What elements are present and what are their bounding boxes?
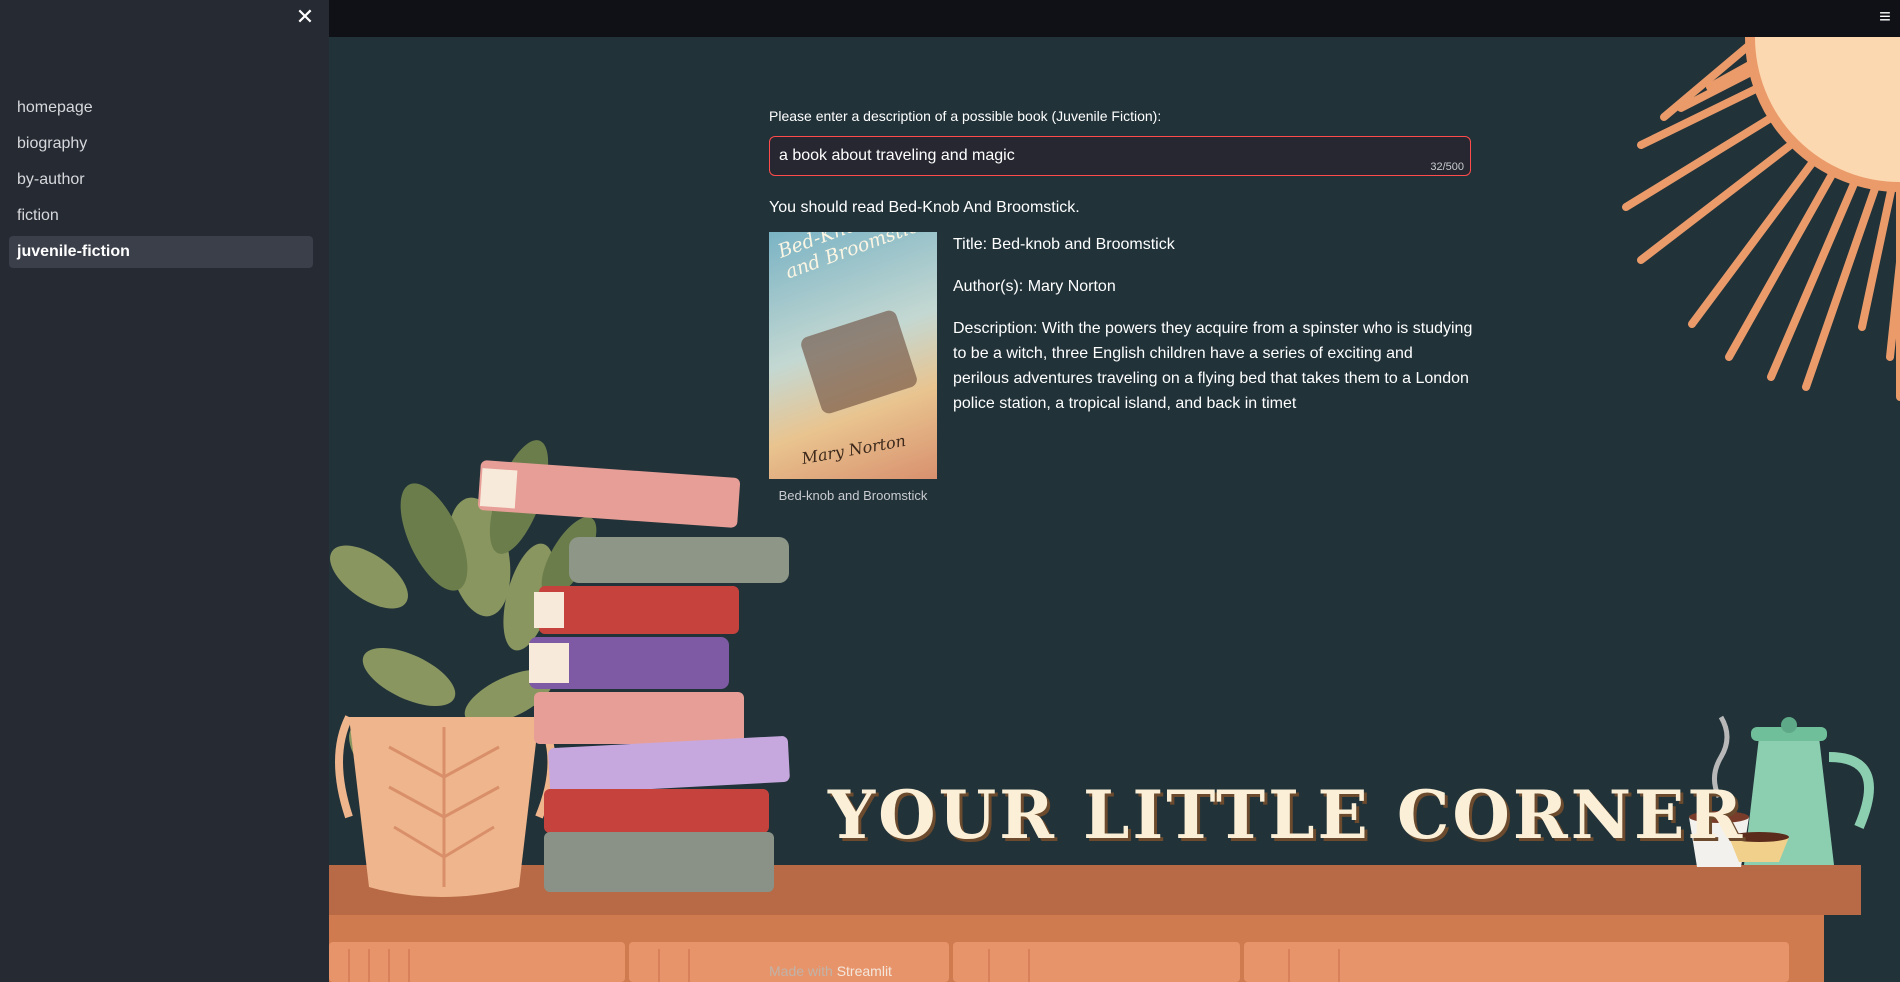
sun-illustration xyxy=(1622,37,1900,401)
banner-title: YOUR LITTLE CORNER xyxy=(828,776,1746,854)
main-content: Please enter a description of a possible… xyxy=(769,106,1473,512)
description-input[interactable] xyxy=(770,137,1428,175)
sidebar-nav: homepage biography by-author fiction juv… xyxy=(9,92,313,272)
cover-illustration xyxy=(799,308,919,416)
sidebar-item-fiction[interactable]: fiction xyxy=(9,200,313,232)
sidebar-item-juvenile-fiction[interactable]: juvenile-fiction xyxy=(9,236,313,268)
cover-author: Mary Norton xyxy=(800,430,908,469)
book-cover-caption: Bed-knob and Broomstick xyxy=(778,488,928,503)
recommendation-text: You should read Bed-Knob And Broomstick. xyxy=(769,199,1080,216)
footer-prefix: Made with xyxy=(769,963,833,979)
sidebar-item-biography[interactable]: biography xyxy=(9,128,313,160)
close-icon[interactable]: ✕ xyxy=(294,6,316,28)
character-counter: 32/500 xyxy=(1430,161,1464,173)
footer: Made with Streamlit xyxy=(769,963,892,979)
description-input-container: 32/500 xyxy=(769,136,1471,176)
book-description: Description: With the powers they acquir… xyxy=(953,320,1473,412)
book-cover-image: Bed-Knob and Broomstick Mary Norton xyxy=(769,232,937,479)
sidebar: ✕ homepage biography by-author fiction j… xyxy=(0,0,329,982)
sidebar-item-homepage[interactable]: homepage xyxy=(9,92,313,124)
book-authors: Author(s): Mary Norton xyxy=(953,278,1116,295)
book-details: Title: Bed-knob and Broomstick Author(s)… xyxy=(953,232,1473,433)
streamlit-link[interactable]: Streamlit xyxy=(837,963,892,979)
cover-title: Bed-Knob and Broomstick xyxy=(775,232,933,284)
top-bar: ≡ xyxy=(329,0,1900,37)
description-input-label: Please enter a description of a possible… xyxy=(769,108,1162,124)
book-card: Bed-Knob and Broomstick Mary Norton Bed-k… xyxy=(769,232,1473,512)
hamburger-menu-icon[interactable]: ≡ xyxy=(1874,6,1896,28)
book-title: Title: Bed-knob and Broomstick xyxy=(953,236,1175,253)
sidebar-item-by-author[interactable]: by-author xyxy=(9,164,313,196)
